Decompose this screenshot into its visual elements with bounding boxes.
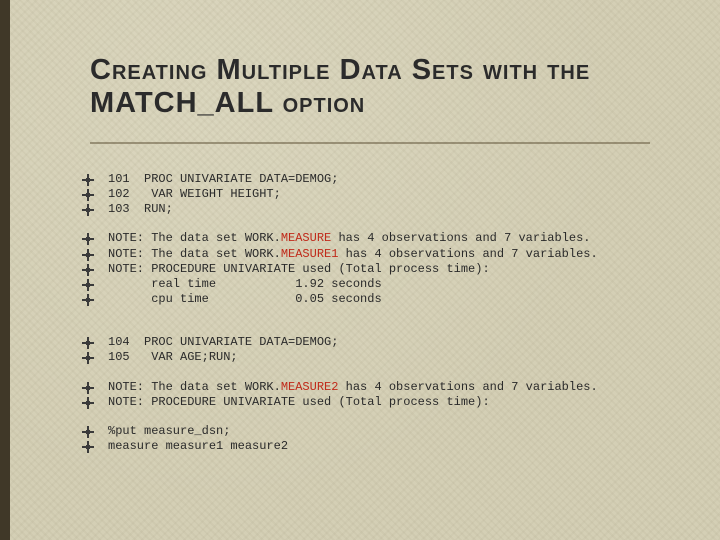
bullet-icon [82, 380, 108, 394]
note-text: real time 1.92 seconds [108, 277, 382, 291]
code-line: 103 RUN; [82, 202, 708, 216]
log-note: NOTE: PROCEDURE UNIVARIATE used (Total p… [82, 395, 708, 409]
note-text: cpu time 0.05 seconds [108, 292, 382, 306]
bullet-icon [82, 439, 108, 453]
note-suffix: has 4 observations and 7 variables. [338, 247, 597, 261]
bullet-icon [82, 335, 108, 349]
note-text: NOTE: The data set WORK.MEASURE has 4 ob… [108, 231, 591, 245]
code-text: 104 PROC UNIVARIATE DATA=DEMOG; [108, 335, 338, 349]
dataset-name: MEASURE [281, 231, 331, 245]
note-prefix: NOTE: The data set WORK. [108, 380, 281, 394]
log-note: real time 1.92 seconds [82, 277, 708, 291]
log-note: NOTE: The data set WORK.MEASURE has 4 ob… [82, 231, 708, 245]
macro-text: %put measure_dsn; [108, 424, 230, 438]
note-text: NOTE: The data set WORK.MEASURE1 has 4 o… [108, 247, 598, 261]
dataset-name: MEASURE2 [281, 380, 339, 394]
note-suffix: has 4 observations and 7 variables. [338, 380, 597, 394]
log-note: NOTE: PROCEDURE UNIVARIATE used (Total p… [82, 262, 708, 276]
note-prefix: NOTE: The data set WORK. [108, 247, 281, 261]
dataset-name: MEASURE1 [281, 247, 339, 261]
log-note: NOTE: The data set WORK.MEASURE2 has 4 o… [82, 380, 708, 394]
bullet-icon [82, 292, 108, 306]
bullet-icon [82, 231, 108, 245]
code-line: 104 PROC UNIVARIATE DATA=DEMOG; [82, 335, 708, 349]
code-line: 102 VAR WEIGHT HEIGHT; [82, 187, 708, 201]
note-suffix: has 4 observations and 7 variables. [331, 231, 590, 245]
macro-output: measure measure1 measure2 [82, 439, 708, 453]
macro-line: %put measure_dsn; [82, 424, 708, 438]
slide-left-border [0, 0, 10, 540]
macro-output-text: measure measure1 measure2 [108, 439, 288, 453]
note-text: NOTE: The data set WORK.MEASURE2 has 4 o… [108, 380, 598, 394]
bullet-icon [82, 262, 108, 276]
bullet-icon [82, 277, 108, 291]
note-prefix: NOTE: The data set WORK. [108, 231, 281, 245]
bullet-icon [82, 350, 108, 364]
bullet-icon [82, 424, 108, 438]
code-text: 102 VAR WEIGHT HEIGHT; [108, 187, 281, 201]
bullet-icon [82, 395, 108, 409]
bullet-icon [82, 202, 108, 216]
bullet-icon [82, 172, 108, 186]
bullet-icon [82, 247, 108, 261]
slide-body: 101 PROC UNIVARIATE DATA=DEMOG; 102 VAR … [82, 172, 708, 454]
log-note: NOTE: The data set WORK.MEASURE1 has 4 o… [82, 247, 708, 261]
slide-title: Creating Multiple Data Sets with the MAT… [90, 54, 700, 121]
code-text: 103 RUN; [108, 202, 173, 216]
bullet-icon [82, 187, 108, 201]
code-text: 101 PROC UNIVARIATE DATA=DEMOG; [108, 172, 338, 186]
note-text: NOTE: PROCEDURE UNIVARIATE used (Total p… [108, 395, 490, 409]
code-text: 105 VAR AGE;RUN; [108, 350, 238, 364]
code-line: 105 VAR AGE;RUN; [82, 350, 708, 364]
note-text: NOTE: PROCEDURE UNIVARIATE used (Total p… [108, 262, 490, 276]
log-note: cpu time 0.05 seconds [82, 292, 708, 306]
code-line: 101 PROC UNIVARIATE DATA=DEMOG; [82, 172, 708, 186]
title-underline [90, 142, 650, 144]
